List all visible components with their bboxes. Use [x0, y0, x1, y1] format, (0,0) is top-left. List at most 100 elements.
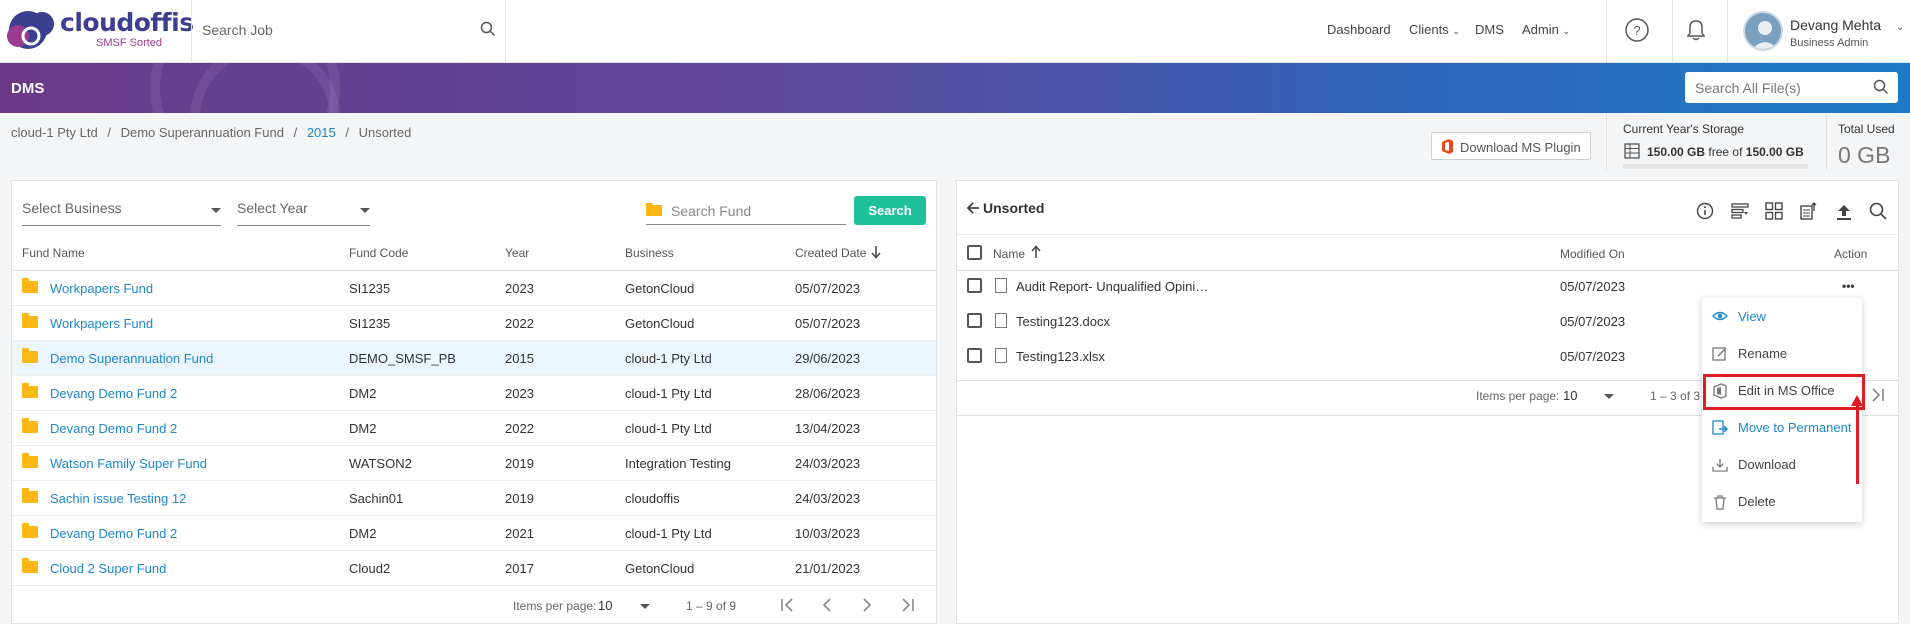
fund-name-cell[interactable]: Devang Demo Fund 2 — [50, 421, 177, 436]
fund-code-cell: SI1235 — [349, 316, 391, 331]
caret-down-icon[interactable] — [640, 604, 650, 609]
column-name[interactable]: Name — [993, 247, 1025, 261]
breadcrumb-item[interactable]: Demo Superannuation Fund — [121, 125, 284, 140]
fund-name-cell[interactable]: Devang Demo Fund 2 — [50, 526, 177, 541]
menu-item-label: View — [1738, 309, 1766, 324]
table-row[interactable]: Devang Demo Fund 2 DM2 2023 cloud-1 Pty Ltd… — [12, 376, 936, 411]
storage-value: 150.00 GB free of 150.00 GB — [1647, 145, 1804, 159]
column-fund-code[interactable]: Fund Code — [349, 246, 408, 260]
table-row[interactable]: Workpapers Fund SI1235 2022 GetonCloud 05/07… — [12, 306, 936, 341]
fund-year-cell: 2017 — [505, 561, 534, 576]
upload-icon[interactable] — [1835, 202, 1853, 223]
first-page-icon[interactable] — [779, 597, 797, 616]
table-row[interactable]: Sachin issue Testing 12 Sachin01 2019 cloud… — [12, 481, 936, 516]
nav-admin[interactable]: Admin ⌄ — [1522, 22, 1570, 37]
caret-down-icon[interactable] — [1604, 394, 1614, 399]
column-action: Action — [1834, 247, 1868, 261]
search-all-files-input[interactable]: Search All File(s) — [1685, 72, 1898, 103]
select-business-dropdown[interactable]: Select Business — [22, 200, 221, 226]
table-row[interactable]: Cloud 2 Super Fund Cloud2 2017 GetonCloud 21… — [12, 551, 936, 586]
search-job-input[interactable]: Search Job — [202, 22, 273, 38]
table-row[interactable]: Demo Superannuation Fund DEMO_SMSF_PB 2015… — [12, 341, 936, 376]
folder-icon — [22, 523, 38, 538]
folder-icon — [22, 558, 38, 573]
nav-dms[interactable]: DMS — [1475, 22, 1504, 37]
row-checkbox[interactable] — [967, 313, 982, 328]
column-business[interactable]: Business — [625, 246, 674, 260]
fund-year-cell: 2022 — [505, 316, 534, 331]
fund-name-cell[interactable]: Workpapers Fund — [50, 281, 153, 296]
logo[interactable]: cloudoffis SMSF Sorted — [4, 4, 194, 60]
table-row[interactable]: Devang Demo Fund 2 DM2 2021 cloud-1 Pty Ltd… — [12, 516, 936, 551]
search-fund-input[interactable]: Search Fund — [646, 198, 846, 225]
avatar[interactable] — [1743, 11, 1783, 51]
fund-name-cell[interactable]: Sachin issue Testing 12 — [50, 491, 186, 506]
sort-files-icon[interactable] — [1800, 202, 1818, 223]
total-used-title: Total Used — [1838, 122, 1895, 136]
file-name-cell[interactable]: Audit Report- Unqualified Opini… — [1016, 279, 1208, 294]
column-fund-name[interactable]: Fund Name — [22, 246, 85, 260]
items-per-page-select[interactable]: 10 — [598, 598, 612, 613]
row-checkbox[interactable] — [967, 348, 982, 363]
menu-item-view[interactable]: View — [1702, 298, 1862, 335]
file-name-cell[interactable]: Testing123.xlsx — [1016, 349, 1105, 364]
column-year[interactable]: Year — [505, 246, 529, 260]
bell-icon[interactable] — [1684, 17, 1708, 46]
fund-business-cell: cloud-1 Pty Ltd — [625, 351, 712, 366]
breadcrumb-item[interactable]: 2015 — [307, 125, 336, 140]
sort-down-icon[interactable] — [870, 245, 882, 262]
folder-icon — [22, 488, 38, 503]
more-actions-icon[interactable]: ••• — [1842, 279, 1855, 293]
list-filter-icon[interactable] — [1731, 202, 1749, 223]
file-icon — [995, 348, 1007, 363]
select-year-dropdown[interactable]: Select Year — [237, 200, 370, 226]
menu-item-rename[interactable]: Rename — [1702, 335, 1862, 372]
caret-down-icon — [360, 208, 370, 213]
fund-name-cell[interactable]: Workpapers Fund — [50, 316, 153, 331]
chevron-down-icon[interactable]: ⌄ — [1896, 22, 1904, 33]
search-icon[interactable] — [1869, 202, 1887, 223]
folder-icon — [22, 383, 38, 398]
fund-name-cell[interactable]: Devang Demo Fund 2 — [50, 386, 177, 401]
menu-item-move-to-permanent[interactable]: Move to Permanent — [1702, 409, 1862, 446]
last-page-icon[interactable] — [898, 597, 916, 616]
fund-business-cell: cloud-1 Pty Ltd — [625, 526, 712, 541]
fund-name-cell[interactable]: Watson Family Super Fund — [50, 456, 207, 471]
grid-view-icon[interactable] — [1765, 202, 1783, 223]
select-all-checkbox[interactable] — [967, 245, 982, 260]
row-checkbox[interactable] — [967, 278, 982, 293]
prev-page-icon[interactable] — [820, 597, 834, 616]
file-name-cell[interactable]: Testing123.docx — [1016, 314, 1110, 329]
table-row[interactable]: Watson Family Super Fund WATSON2 2019 Integ… — [12, 446, 936, 481]
info-icon[interactable] — [1696, 202, 1714, 223]
search-button[interactable]: Search — [854, 196, 926, 225]
banner-decoration — [190, 63, 340, 113]
fund-name-cell[interactable]: Demo Superannuation Fund — [50, 351, 213, 366]
download-ms-plugin-button[interactable]: Download MS Plugin — [1431, 132, 1591, 160]
menu-item-download[interactable]: Download — [1702, 446, 1862, 483]
menu-item-delete[interactable]: Delete — [1702, 483, 1862, 520]
search-icon[interactable] — [1873, 79, 1889, 98]
next-page-icon[interactable] — [860, 597, 874, 616]
fund-business-cell: cloud-1 Pty Ltd — [625, 386, 712, 401]
help-icon[interactable]: ? — [1624, 17, 1650, 46]
last-page-icon[interactable] — [1868, 387, 1886, 406]
search-icon[interactable] — [480, 21, 496, 40]
table-row[interactable]: Devang Demo Fund 2 DM2 2022 cloud-1 Pty Ltd… — [12, 411, 936, 446]
user-name[interactable]: Devang Mehta — [1790, 17, 1881, 33]
logo-subtext: SMSF Sorted — [96, 37, 163, 49]
nav-clients[interactable]: Clients ⌄ — [1409, 22, 1460, 37]
column-created-date[interactable]: Created Date — [795, 246, 866, 260]
file-icon — [995, 313, 1007, 328]
column-modified-on[interactable]: Modified On — [1560, 247, 1625, 261]
fund-code-cell: WATSON2 — [349, 456, 412, 471]
folder-icon — [22, 278, 38, 293]
breadcrumb-item[interactable]: cloud-1 Pty Ltd — [11, 125, 98, 140]
nav-dashboard[interactable]: Dashboard — [1327, 22, 1391, 37]
storage-used: 150.00 GB — [1647, 145, 1706, 159]
back-arrow-icon[interactable] — [966, 201, 980, 218]
items-per-page-select[interactable]: 10 — [1563, 388, 1577, 403]
table-row[interactable]: Workpapers Fund SI1235 2023 GetonCloud 05/07… — [12, 271, 936, 306]
fund-name-cell[interactable]: Cloud 2 Super Fund — [50, 561, 166, 576]
sort-up-icon[interactable] — [1030, 245, 1042, 262]
